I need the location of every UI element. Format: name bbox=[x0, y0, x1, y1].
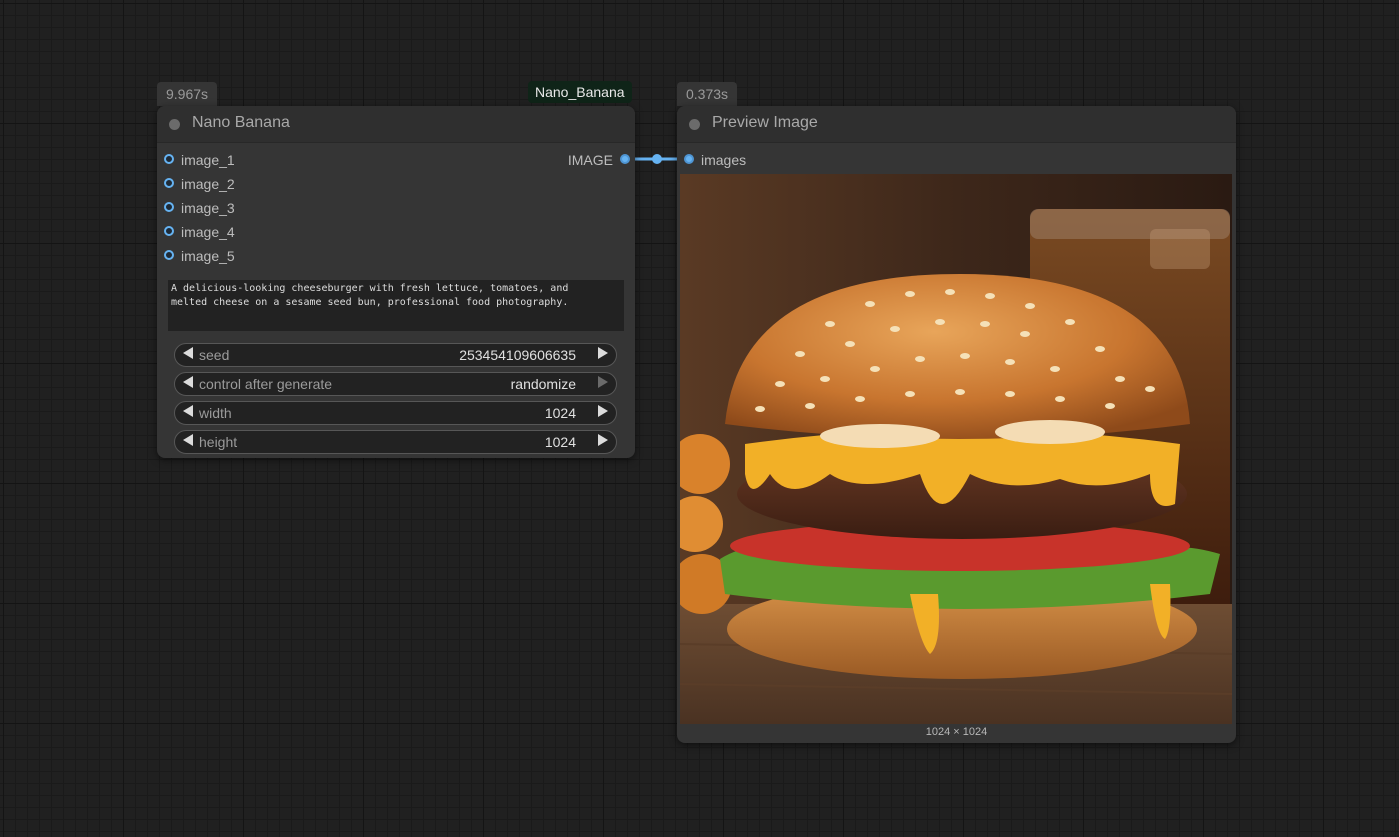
socket-icon[interactable] bbox=[164, 202, 174, 212]
node-graph-canvas[interactable]: 9.967s Nano_Banana Nano Banana image_1 i… bbox=[0, 0, 1399, 837]
cheeseburger-image bbox=[680, 174, 1232, 724]
widget-label: control after generate bbox=[199, 376, 333, 392]
preview-image-node[interactable]: Preview Image images 1024 × 1024 bbox=[677, 106, 1236, 743]
socket-icon[interactable] bbox=[164, 250, 174, 260]
socket-icon[interactable] bbox=[684, 154, 694, 164]
node-title: Nano Banana bbox=[192, 114, 290, 131]
widget-value[interactable]: 1024 bbox=[545, 405, 576, 421]
input-slot-images: images bbox=[701, 152, 747, 168]
seed-widget[interactable]: seed 253454109606635 bbox=[174, 343, 617, 367]
width-widget[interactable]: width 1024 bbox=[174, 401, 617, 425]
triangle-left-icon[interactable] bbox=[183, 376, 193, 388]
node-header[interactable]: Nano Banana bbox=[157, 106, 635, 143]
widget-label: seed bbox=[199, 347, 230, 363]
widget-label: width bbox=[199, 405, 232, 421]
link-midpoint-icon bbox=[652, 154, 662, 164]
socket-icon[interactable] bbox=[620, 154, 630, 164]
height-widget[interactable]: height 1024 bbox=[174, 430, 617, 454]
socket-icon[interactable] bbox=[164, 226, 174, 236]
input-slot-image-5: image_5 bbox=[181, 248, 235, 264]
image-dimensions-label: 1024 × 1024 bbox=[925, 726, 988, 738]
widget-label: height bbox=[199, 434, 238, 450]
triangle-left-icon[interactable] bbox=[183, 405, 193, 417]
triangle-left-icon[interactable] bbox=[183, 347, 193, 359]
socket-icon[interactable] bbox=[164, 154, 174, 164]
triangle-right-icon[interactable] bbox=[598, 405, 608, 417]
circle-icon[interactable] bbox=[169, 119, 180, 130]
node-title: Preview Image bbox=[712, 114, 818, 131]
input-slot-image-2: image_2 bbox=[181, 176, 235, 192]
preview-image[interactable] bbox=[680, 174, 1232, 724]
triangle-right-icon[interactable] bbox=[598, 347, 608, 359]
prompt-textarea[interactable]: A delicious-looking cheeseburger with fr… bbox=[168, 280, 624, 331]
node-name-badge: Nano_Banana bbox=[528, 81, 632, 103]
output-slot-image: IMAGE bbox=[567, 152, 613, 168]
node-header[interactable]: Preview Image bbox=[677, 106, 1236, 143]
execution-time-badge: 0.373s bbox=[677, 82, 738, 106]
input-slot-image-1: image_1 bbox=[181, 152, 235, 168]
triangle-left-icon[interactable] bbox=[183, 434, 193, 446]
input-slot-image-4: image_4 bbox=[181, 224, 235, 240]
widget-value[interactable]: 1024 bbox=[545, 434, 576, 450]
triangle-right-icon[interactable] bbox=[598, 376, 608, 388]
nano-banana-node[interactable]: Nano Banana image_1 image_2 image_3 imag… bbox=[157, 106, 635, 458]
socket-icon[interactable] bbox=[164, 178, 174, 188]
execution-time-badge: 9.967s bbox=[157, 82, 218, 106]
control-after-generate-widget[interactable]: control after generate randomize bbox=[174, 372, 617, 396]
triangle-right-icon[interactable] bbox=[598, 434, 608, 446]
widget-value[interactable]: 253454109606635 bbox=[459, 347, 576, 363]
widget-value[interactable]: randomize bbox=[511, 376, 576, 392]
input-slot-image-3: image_3 bbox=[181, 200, 235, 216]
circle-icon[interactable] bbox=[689, 119, 700, 130]
